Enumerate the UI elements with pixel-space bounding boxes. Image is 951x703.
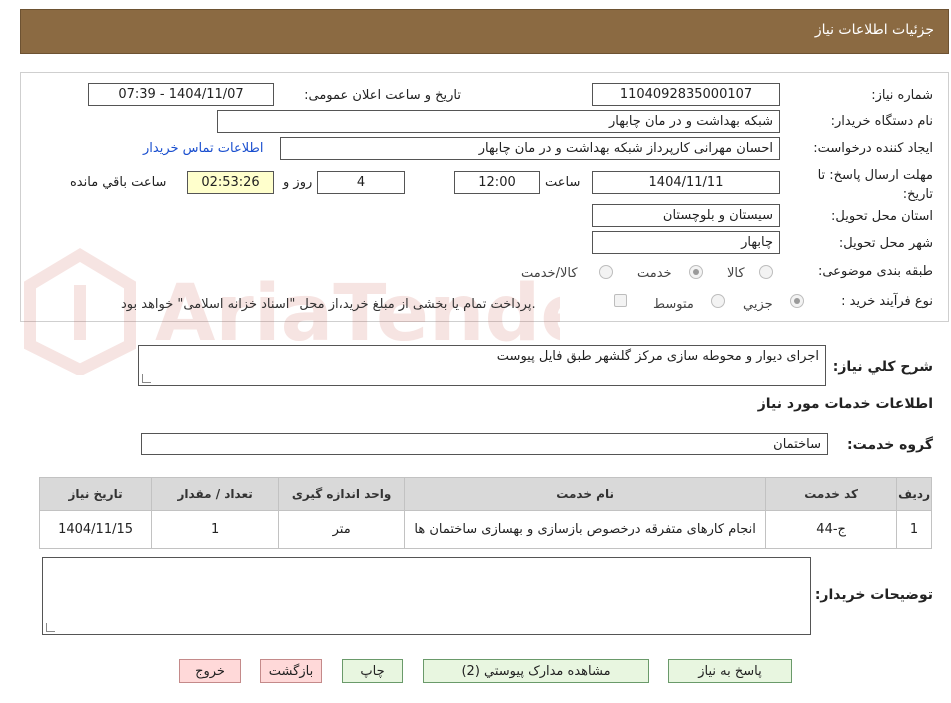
col-header-quantity: تعداد / مقدار xyxy=(151,477,280,511)
remaining-time-field: 02:53:26 xyxy=(187,171,274,194)
purchase-process-label: نوع فرآیند خرید : xyxy=(841,294,933,309)
treasury-note: پرداخت تمام یا بخشی از مبلغ خرید،از محل … xyxy=(121,297,536,312)
services-section-title: اطلاعات خدمات مورد نیاز xyxy=(757,396,933,412)
category-goods-service-label: کالا/خدمت xyxy=(521,266,578,281)
cell-quantity: 1 xyxy=(151,510,280,549)
col-header-row-number: ردیف xyxy=(896,477,932,511)
col-header-service-code: کد خدمت xyxy=(765,477,898,511)
cell-service-code: ج-44 xyxy=(765,510,898,549)
deadline-label: مهلت ارسال پاسخ: تا تاریخ: xyxy=(817,168,933,202)
service-group-label: گروه خدمت: xyxy=(847,437,933,453)
need-number-label: شماره نیاز: xyxy=(871,88,933,103)
deadline-time-field: 12:00 xyxy=(454,171,540,194)
remaining-days-field: 4 xyxy=(317,171,405,194)
page-title: جزئیات اطلاعات نیاز xyxy=(814,22,934,38)
description-text: اجرای دیوار و محوطه سازی مرکز گلشهر طبق … xyxy=(496,349,819,364)
treasury-checkbox[interactable] xyxy=(614,294,627,307)
services-table: ردیف کد خدمت نام خدمت واحد اندازه گیری ت… xyxy=(38,477,932,549)
category-service-radio[interactable] xyxy=(689,265,703,279)
category-label: طبقه بندی موضوعی: xyxy=(817,264,933,279)
cell-need-date: 1404/11/15 xyxy=(38,510,153,549)
buyer-org-field: شبکه بهداشت و در مان چابهار xyxy=(217,110,780,133)
cell-service-name: انجام کارهای متفرقه درخصوص بازسازی و بهس… xyxy=(404,510,767,549)
col-header-service-name: نام خدمت xyxy=(404,477,767,511)
service-group-field: ساختمان xyxy=(141,433,828,455)
category-goods-service-radio[interactable] xyxy=(599,265,613,279)
remaining-days-label: روز و xyxy=(283,175,313,190)
cell-unit: متر xyxy=(278,510,406,549)
process-medium-label: متوسط xyxy=(653,297,694,312)
requester-field: احسان مهرانی کارپرداز شبکه بهداشت و در م… xyxy=(280,137,780,160)
buyer-notes-label: توضیحات خریدار: xyxy=(814,587,933,603)
category-service-label: خدمت xyxy=(637,266,672,281)
process-minor-radio[interactable] xyxy=(790,294,804,308)
back-button[interactable]: بازگشت xyxy=(260,659,322,683)
category-goods-label: کالا xyxy=(727,266,745,281)
category-goods-radio[interactable] xyxy=(759,265,773,279)
resize-grip-icon[interactable] xyxy=(46,623,55,632)
description-textarea[interactable]: اجرای دیوار و محوطه سازی مرکز گلشهر طبق … xyxy=(138,345,826,386)
need-number-field: 1104092835000107 xyxy=(592,83,780,106)
buyer-org-label: نام دستگاه خریدار: xyxy=(830,114,933,129)
table-header-row: ردیف کد خدمت نام خدمت واحد اندازه گیری ت… xyxy=(38,477,932,511)
announce-datetime-label: تاریخ و ساعت اعلان عمومی: xyxy=(304,88,461,103)
process-minor-label: جزیي xyxy=(743,297,773,312)
cell-row-number: 1 xyxy=(896,510,932,549)
exit-button[interactable]: خروج xyxy=(179,659,241,683)
table-row: 1 ج-44 انجام کارهای متفرقه درخصوص بازساز… xyxy=(38,510,932,549)
city-field: چابهار xyxy=(592,231,780,254)
col-header-unit: واحد اندازه گیری xyxy=(278,477,406,511)
print-button[interactable]: چاپ xyxy=(342,659,403,683)
deadline-time-label: ساعت xyxy=(545,175,581,190)
resize-grip-icon[interactable] xyxy=(142,374,151,383)
reply-button[interactable]: پاسخ به نیاز xyxy=(668,659,792,683)
buyer-contact-link[interactable]: اطلاعات تماس خریدار xyxy=(143,141,263,156)
city-label: شهر محل تحویل: xyxy=(838,236,933,251)
remaining-time-label: ساعت باقي مانده xyxy=(70,175,167,190)
process-medium-radio[interactable] xyxy=(711,294,725,308)
requester-label: ایجاد کننده درخواست: xyxy=(813,141,933,156)
page-header: جزئیات اطلاعات نیاز xyxy=(20,9,949,54)
announce-datetime-field: 1404/11/07 - 07:39 xyxy=(88,83,274,106)
province-label: استان محل تحویل: xyxy=(831,209,933,224)
col-header-need-date: تاریخ نیاز xyxy=(38,477,153,511)
province-field: سیستان و بلوچستان xyxy=(592,204,780,227)
buyer-notes-textarea[interactable] xyxy=(42,557,811,635)
deadline-date-field: 1404/11/11 xyxy=(592,171,780,194)
view-attachments-button[interactable]: مشاهده مدارک پیوستي (2) xyxy=(423,659,649,683)
description-label: شرح کلي نياز: xyxy=(832,359,933,375)
